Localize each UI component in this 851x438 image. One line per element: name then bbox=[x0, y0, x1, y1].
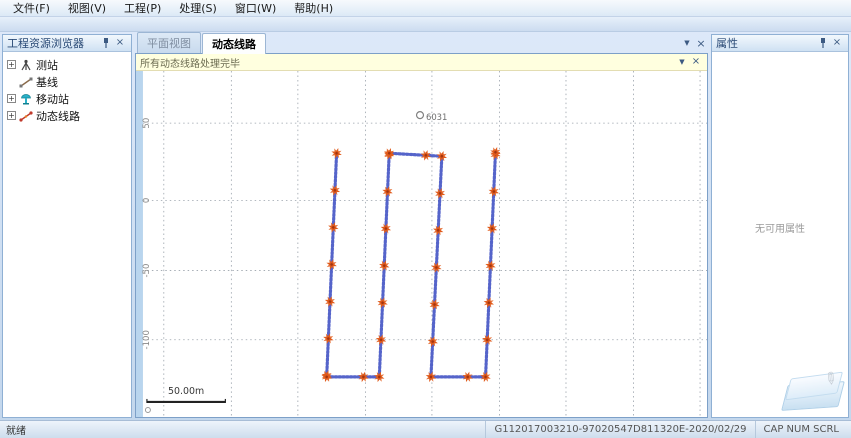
document-area: 平面视图动态线路▼× 所有动态线路处理完毕 ▼ × 500-50-1006031… bbox=[135, 34, 708, 418]
route-map-svg: 50 0 -50 -100 6031 50.00m bbox=[136, 71, 707, 417]
close-icon[interactable]: × bbox=[830, 37, 844, 50]
y-axis-label: 0 bbox=[141, 198, 151, 203]
tree-item-label: 基线 bbox=[36, 74, 58, 90]
pin-icon[interactable] bbox=[816, 37, 830, 50]
notice-chevron-down-icon[interactable]: ▼ bbox=[675, 56, 689, 69]
menu-item-3[interactable]: 处理(S) bbox=[172, 0, 224, 17]
baseline-icon bbox=[19, 76, 33, 88]
tree-item-2[interactable]: + 移动站 bbox=[5, 90, 129, 107]
menu-item-5[interactable]: 帮助(H) bbox=[287, 0, 340, 17]
tree-item-label: 测站 bbox=[36, 57, 58, 73]
dynamic-route-view: 所有动态线路处理完毕 ▼ × 50 0 -50 -100 6031 50.00m bbox=[135, 53, 708, 418]
menu-bar: 文件(F)视图(V)工程(P)处理(S)窗口(W)帮助(H) bbox=[0, 0, 851, 17]
map-cursor-icon bbox=[145, 407, 150, 412]
properties-titlebar: 属性 × bbox=[712, 35, 848, 52]
menu-item-1[interactable]: 视图(V) bbox=[61, 0, 113, 17]
status-bar: 就绪 G112017003210-97020547D811320E-2020/0… bbox=[0, 420, 851, 438]
scale-bar-label: 50.00m bbox=[168, 386, 204, 397]
project-explorer-title: 工程资源浏览器 bbox=[7, 35, 99, 51]
menu-item-4[interactable]: 窗口(W) bbox=[228, 0, 283, 17]
main-area: 工程资源浏览器 × +测站+基线+移动站+动态线路 平面视图动态线路▼× 所有动… bbox=[2, 34, 849, 418]
map-canvas[interactable]: 50 0 -50 -100 6031 50.00m bbox=[136, 71, 707, 417]
watermark-logo: ✎ bbox=[783, 367, 845, 413]
pin-icon[interactable] bbox=[99, 37, 113, 50]
notice-text: 所有动态线路处理完毕 bbox=[140, 55, 675, 70]
antenna-icon bbox=[19, 93, 33, 105]
tab-0[interactable]: 平面视图 bbox=[137, 32, 201, 53]
tree-item-1[interactable]: +基线 bbox=[5, 73, 129, 90]
tree-item-label: 动态线路 bbox=[36, 108, 80, 124]
tree-item-label: 移动站 bbox=[36, 91, 69, 107]
notice-bar: 所有动态线路处理完毕 ▼ × bbox=[136, 54, 707, 71]
tree-item-0[interactable]: + 测站 bbox=[5, 56, 129, 73]
tree-item-3[interactable]: + 动态线路 bbox=[5, 107, 129, 124]
expander-plus-icon[interactable]: + bbox=[7, 94, 16, 103]
expander-plus-icon[interactable]: + bbox=[7, 60, 16, 69]
properties-body: 无可用属性 ✎ bbox=[712, 52, 848, 417]
point-label: 6031 bbox=[426, 112, 447, 122]
project-explorer-titlebar: 工程资源浏览器 × bbox=[3, 35, 131, 52]
toolbar-strip bbox=[0, 17, 851, 32]
point-marker-circle bbox=[417, 112, 424, 119]
status-lock-keys: CAP NUM SCRL bbox=[755, 421, 848, 438]
no-properties-text: 无可用属性 bbox=[712, 220, 848, 235]
menu-item-0[interactable]: 文件(F) bbox=[6, 0, 57, 17]
status-project-id: G112017003210-97020547D811320E-2020/02/2… bbox=[485, 421, 754, 438]
tab-chevron-down-icon[interactable]: ▼ bbox=[680, 37, 694, 50]
view-tabstrip: 平面视图动态线路 ▼× bbox=[135, 34, 708, 53]
route-icon bbox=[19, 110, 33, 122]
resource-tree: + 测站+基线 + 移动站 + 动态线路 bbox=[3, 52, 131, 417]
gps-track bbox=[327, 152, 496, 377]
project-explorer-panel: 工程资源浏览器 × + 测站+基线 + 移动站 + 动态线路 bbox=[2, 34, 132, 418]
tab-1[interactable]: 动态线路 bbox=[202, 33, 266, 54]
expander-plus-icon[interactable]: + bbox=[7, 111, 16, 120]
status-ready-text: 就绪 bbox=[4, 422, 26, 437]
y-axis-label: -100 bbox=[141, 330, 151, 349]
menu-item-2[interactable]: 工程(P) bbox=[117, 0, 168, 17]
notice-close-icon[interactable]: × bbox=[689, 56, 703, 69]
tripod-icon bbox=[19, 59, 33, 71]
y-axis-label: -50 bbox=[141, 264, 151, 278]
properties-title: 属性 bbox=[716, 35, 816, 51]
tab-close-icon[interactable]: × bbox=[694, 37, 708, 50]
properties-panel: 属性 × 无可用属性 ✎ bbox=[711, 34, 849, 418]
y-axis-label: 50 bbox=[141, 118, 151, 129]
close-icon[interactable]: × bbox=[113, 37, 127, 50]
